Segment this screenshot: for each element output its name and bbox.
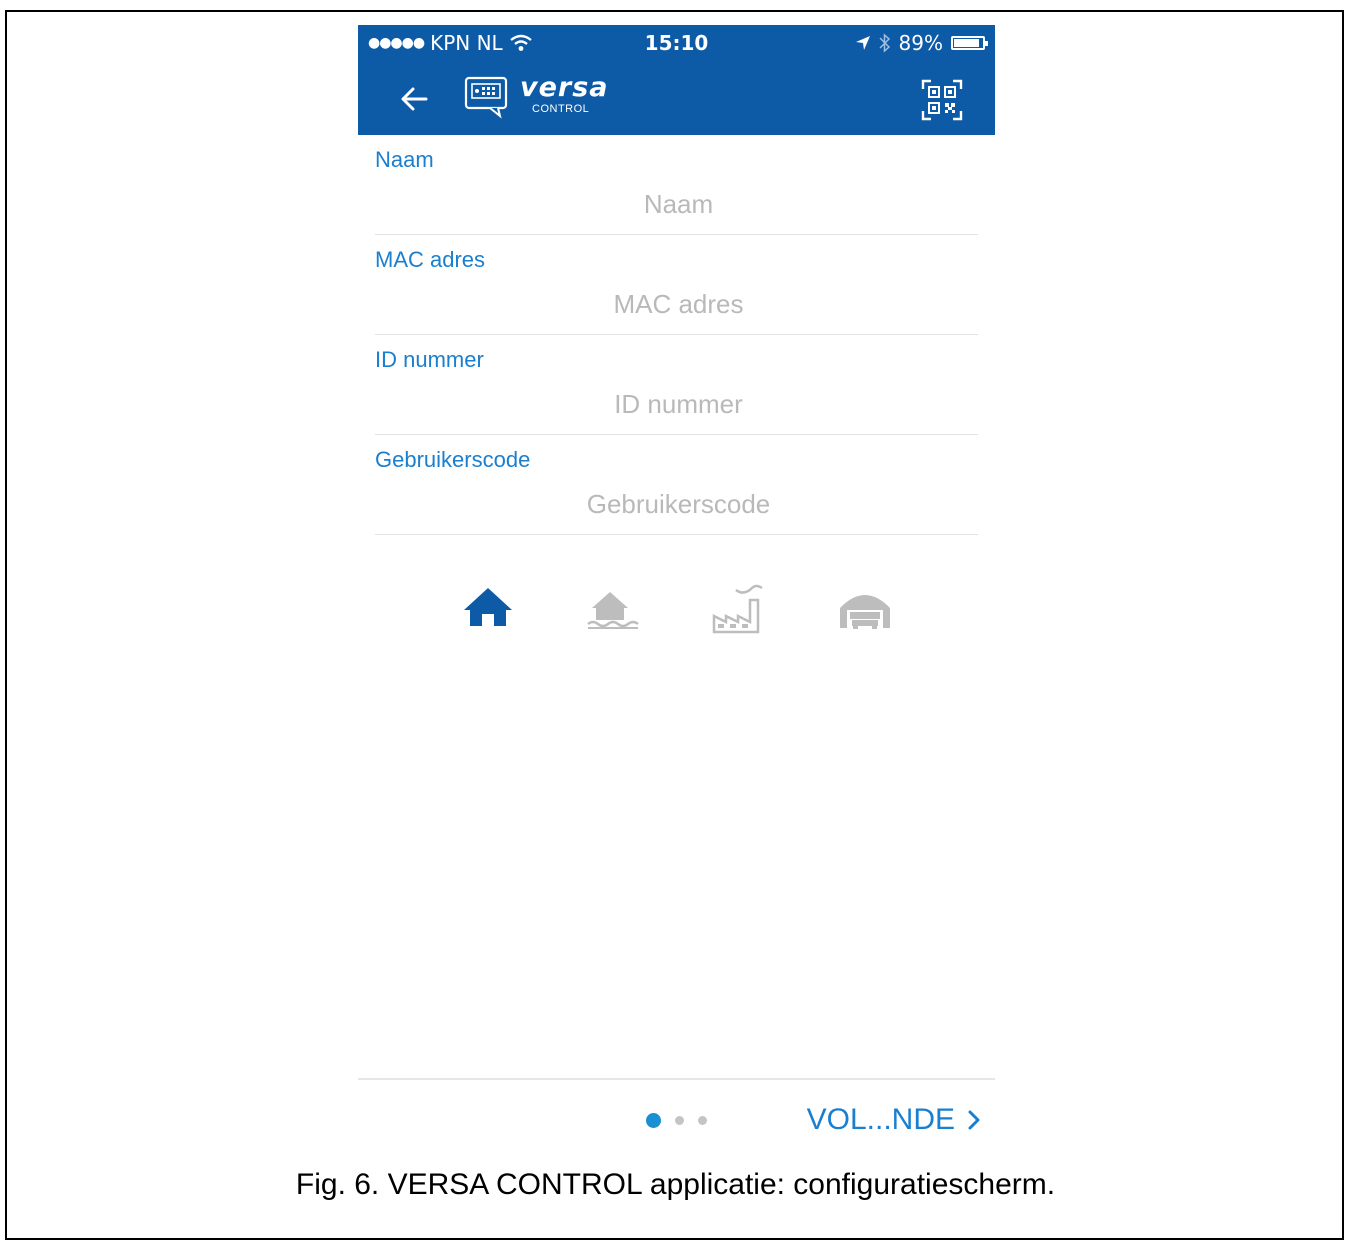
keypad-device-icon	[464, 76, 508, 119]
house-shape	[464, 588, 512, 626]
page-dot-active	[646, 1113, 661, 1128]
qr-code-icon[interactable]	[921, 79, 963, 121]
bluetooth-icon	[879, 33, 890, 53]
object-type-selector	[358, 580, 995, 640]
page-dot	[698, 1116, 707, 1125]
user-code-input[interactable]	[375, 485, 982, 523]
logo-word: versa	[520, 72, 609, 103]
mac-address-input[interactable]	[375, 285, 982, 323]
next-button-label: VOL...NDE	[806, 1103, 955, 1136]
name-field-group: Naam	[375, 135, 982, 235]
logo-subtitle: CONTROL	[532, 103, 590, 115]
mac-label: MAC adres	[375, 247, 486, 272]
page-dot	[675, 1116, 684, 1125]
battery-percent: 89%	[898, 31, 943, 55]
battery-icon	[951, 36, 988, 50]
versa-control-logo: versa CONTROL	[520, 72, 609, 116]
garage-icon[interactable]	[836, 580, 894, 640]
mac-field-group: MAC adres	[375, 235, 982, 335]
arrow-left-icon[interactable]	[396, 81, 432, 117]
id-label: ID nummer	[375, 347, 484, 372]
footer-divider	[358, 1078, 995, 1080]
chevron-right-icon	[968, 1110, 980, 1130]
house-icon[interactable]	[459, 580, 517, 640]
id-number-input[interactable]	[375, 385, 982, 423]
name-input[interactable]	[375, 185, 982, 223]
name-label: Naam	[375, 147, 434, 172]
usercode-field-group: Gebruikerscode	[375, 435, 982, 535]
figure-caption: Fig. 6. VERSA CONTROL applicatie: config…	[295, 1168, 1056, 1201]
page-indicator	[646, 1113, 707, 1128]
location-arrow-icon	[855, 36, 870, 50]
phone-screen: ●●●●● KPN NL 15:10 89% versa CONTROL Naa…	[358, 25, 995, 1145]
next-button[interactable]: VOL...NDE	[807, 1103, 981, 1137]
app-header: versa CONTROL	[358, 63, 995, 135]
battery-fill	[954, 39, 979, 47]
usercode-label: Gebruikerscode	[375, 447, 531, 472]
house-by-water-icon[interactable]	[584, 580, 642, 640]
divider	[375, 534, 978, 535]
status-bar: ●●●●● KPN NL 15:10 89%	[358, 25, 995, 63]
id-field-group: ID nummer	[375, 335, 982, 435]
factory-icon[interactable]	[710, 580, 768, 640]
